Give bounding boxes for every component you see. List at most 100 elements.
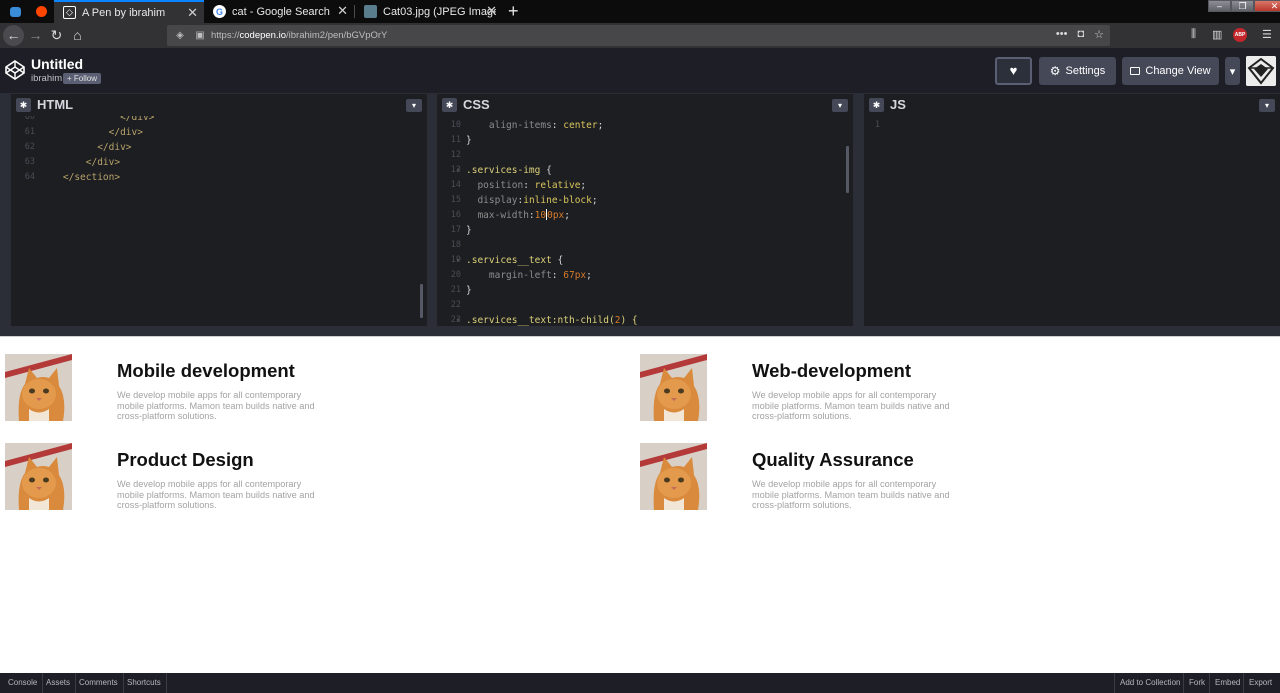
html-editor[interactable]: ✱ HTML ▾ 60 </div> 61 </div> 62 </div> 6… <box>11 93 427 326</box>
close-tab-icon[interactable]: ✕ <box>486 4 497 18</box>
geometric-avatar-icon <box>1246 56 1276 86</box>
css-scrollbar[interactable] <box>846 146 849 193</box>
codepen-favicon: ◇ <box>63 6 76 19</box>
code-line: 17} <box>450 225 472 236</box>
hamburger-menu-icon[interactable]: ☰ <box>1262 28 1272 41</box>
service-title: Mobile development <box>117 360 295 381</box>
pen-author[interactable]: ibrahim <box>31 73 62 84</box>
gear-icon: ⚙ <box>1049 64 1061 78</box>
css-collapse-chevron-icon[interactable]: ▾ <box>832 99 848 112</box>
html-scrollbar[interactable] <box>420 284 423 318</box>
arrow-left-icon: ← <box>6 27 21 43</box>
service-item: Mobile development We develop mobile app… <box>5 354 605 434</box>
assets-button[interactable]: Assets <box>41 673 77 693</box>
tab-codepen[interactable]: ◇ A Pen by ibrahim ✕ <box>54 0 204 23</box>
close-tab-icon[interactable]: ✕ <box>187 6 198 20</box>
browser-tab-strip: ◇ A Pen by ibrahim ✕ G cat - Google Sear… <box>0 0 1280 23</box>
view-dropdown-button[interactable]: ▾ <box>1225 57 1240 85</box>
service-title: Product Design <box>117 449 254 470</box>
js-settings-gear-icon[interactable]: ✱ <box>869 98 884 112</box>
reload-button[interactable]: ↻ <box>46 25 67 46</box>
cat-image <box>640 443 707 510</box>
js-editor[interactable]: ✱ JS ▾ 1 <box>864 93 1280 326</box>
settings-label: Settings <box>1065 65 1106 77</box>
codepen-bottom-bar: Console Assets Comments Shortcuts Add to… <box>0 673 1280 693</box>
tab-cat-image[interactable]: Cat03.jpg (JPEG Image, 1600 × ✕ <box>355 0 503 23</box>
js-editor-title: JS <box>890 97 906 112</box>
service-item: Product Design We develop mobile apps fo… <box>5 443 605 523</box>
url-prefix: https:// <box>211 30 240 41</box>
code-line: 60 </div> <box>24 116 155 123</box>
back-button[interactable]: ← <box>3 25 24 46</box>
js-collapse-chevron-icon[interactable]: ▾ <box>1259 99 1275 112</box>
embed-button[interactable]: Embed <box>1209 673 1245 693</box>
pen-title[interactable]: Untitled <box>31 56 83 72</box>
service-item: Web-development We develop mobile apps f… <box>640 354 1240 434</box>
image-favicon <box>364 5 377 18</box>
cat-image <box>5 354 72 421</box>
code-line: 62 </div> <box>24 142 132 153</box>
console-button[interactable]: Console <box>3 673 44 693</box>
change-view-button[interactable]: Change View <box>1122 57 1219 85</box>
arrow-right-icon: → <box>28 27 43 43</box>
home-icon: ⌂ <box>73 27 82 43</box>
add-to-collection-button[interactable]: Add to Collection <box>1114 673 1185 693</box>
service-description: We develop mobile apps for all contempor… <box>752 390 950 422</box>
more-actions-icon[interactable]: ••• <box>1056 28 1068 41</box>
html-collapse-chevron-icon[interactable]: ▾ <box>406 99 422 112</box>
css-editor-header: ✱ CSS ▾ <box>437 93 853 116</box>
adblock-icon[interactable]: ABP <box>1233 28 1247 42</box>
code-line: 21} <box>450 285 472 296</box>
service-description: We develop mobile apps for all contempor… <box>117 479 315 511</box>
url-host: codepen.io <box>239 30 286 41</box>
new-tab-button[interactable]: + <box>508 1 519 21</box>
tab-title: cat - Google Search <box>232 5 330 18</box>
js-editor-header: ✱ JS ▾ <box>864 93 1280 116</box>
home-button[interactable]: ⌂ <box>67 25 88 46</box>
pinned-tab-reddit[interactable] <box>26 0 56 23</box>
code-line: 18 <box>450 240 461 250</box>
export-button[interactable]: Export <box>1243 673 1277 693</box>
code-line: 13 ▾ .services-img { <box>450 165 552 176</box>
code-line: 10 align-items: center; <box>450 120 604 131</box>
love-button[interactable]: ♥ <box>995 57 1032 85</box>
css-code-area[interactable]: 10 align-items: center; 11} 12 13 ▾ .servi… <box>437 116 853 326</box>
heart-icon: ♥ <box>1009 63 1018 78</box>
code-line: 63 </div> <box>24 157 121 168</box>
html-settings-gear-icon[interactable]: ✱ <box>16 98 31 112</box>
code-line: 20 margin-left: 67px; <box>450 270 592 281</box>
shield-icon: ◈ <box>176 30 184 41</box>
shortcuts-button[interactable]: Shortcuts <box>122 673 167 693</box>
editor-panes: ✱ HTML ▾ 60 </div> 61 </div> 62 </div> 6… <box>0 93 1280 336</box>
code-line: 19 ▾ .services__text { <box>450 255 564 266</box>
cat-photo <box>640 443 707 510</box>
bookmark-star-icon[interactable]: ☆ <box>1094 28 1104 41</box>
forward-button[interactable]: → <box>25 25 46 46</box>
follow-button[interactable]: + Follow <box>63 73 102 84</box>
library-icon[interactable]: ⫼ <box>1191 28 1196 41</box>
html-editor-header: ✱ HTML ▾ <box>11 93 427 116</box>
avatar[interactable] <box>1246 56 1276 86</box>
minimize-button[interactable]: – <box>1208 0 1231 12</box>
css-editor[interactable]: ✱ CSS ▾ 10 align-items: center; 11} 12 1… <box>437 93 853 326</box>
url-path: /ibrahim2/pen/bGVpOrY <box>286 30 388 41</box>
html-code-area[interactable]: 60 </div> 61 </div> 62 </div> 63 </div> … <box>11 116 427 326</box>
cat-image <box>5 443 72 510</box>
lock-icon: ▣ <box>195 30 205 41</box>
settings-button[interactable]: ⚙ Settings <box>1039 57 1116 85</box>
url-bar[interactable]: ◈ ▣ https://codepen.io/ibrahim2/pen/bGVp… <box>167 25 1110 46</box>
fork-button[interactable]: Fork <box>1183 673 1210 693</box>
pocket-icon[interactable]: ◘ <box>1077 28 1084 41</box>
close-window-button[interactable]: ✕ <box>1254 0 1280 12</box>
maximize-button[interactable]: ❐ <box>1231 0 1254 12</box>
tab-title: Cat03.jpg (JPEG Image, 1600 × <box>383 5 496 18</box>
css-settings-gear-icon[interactable]: ✱ <box>442 98 457 112</box>
comments-button[interactable]: Comments <box>74 673 124 693</box>
tab-google-search[interactable]: G cat - Google Search ✕ <box>204 0 354 23</box>
codepen-logo-icon[interactable] <box>5 60 25 80</box>
close-tab-icon[interactable]: ✕ <box>337 4 348 18</box>
js-code-area[interactable]: 1 <box>864 116 1280 326</box>
code-line: 12 <box>450 150 461 160</box>
sidebar-icon[interactable]: ▥ <box>1212 28 1222 41</box>
layout-icon <box>1130 67 1141 75</box>
